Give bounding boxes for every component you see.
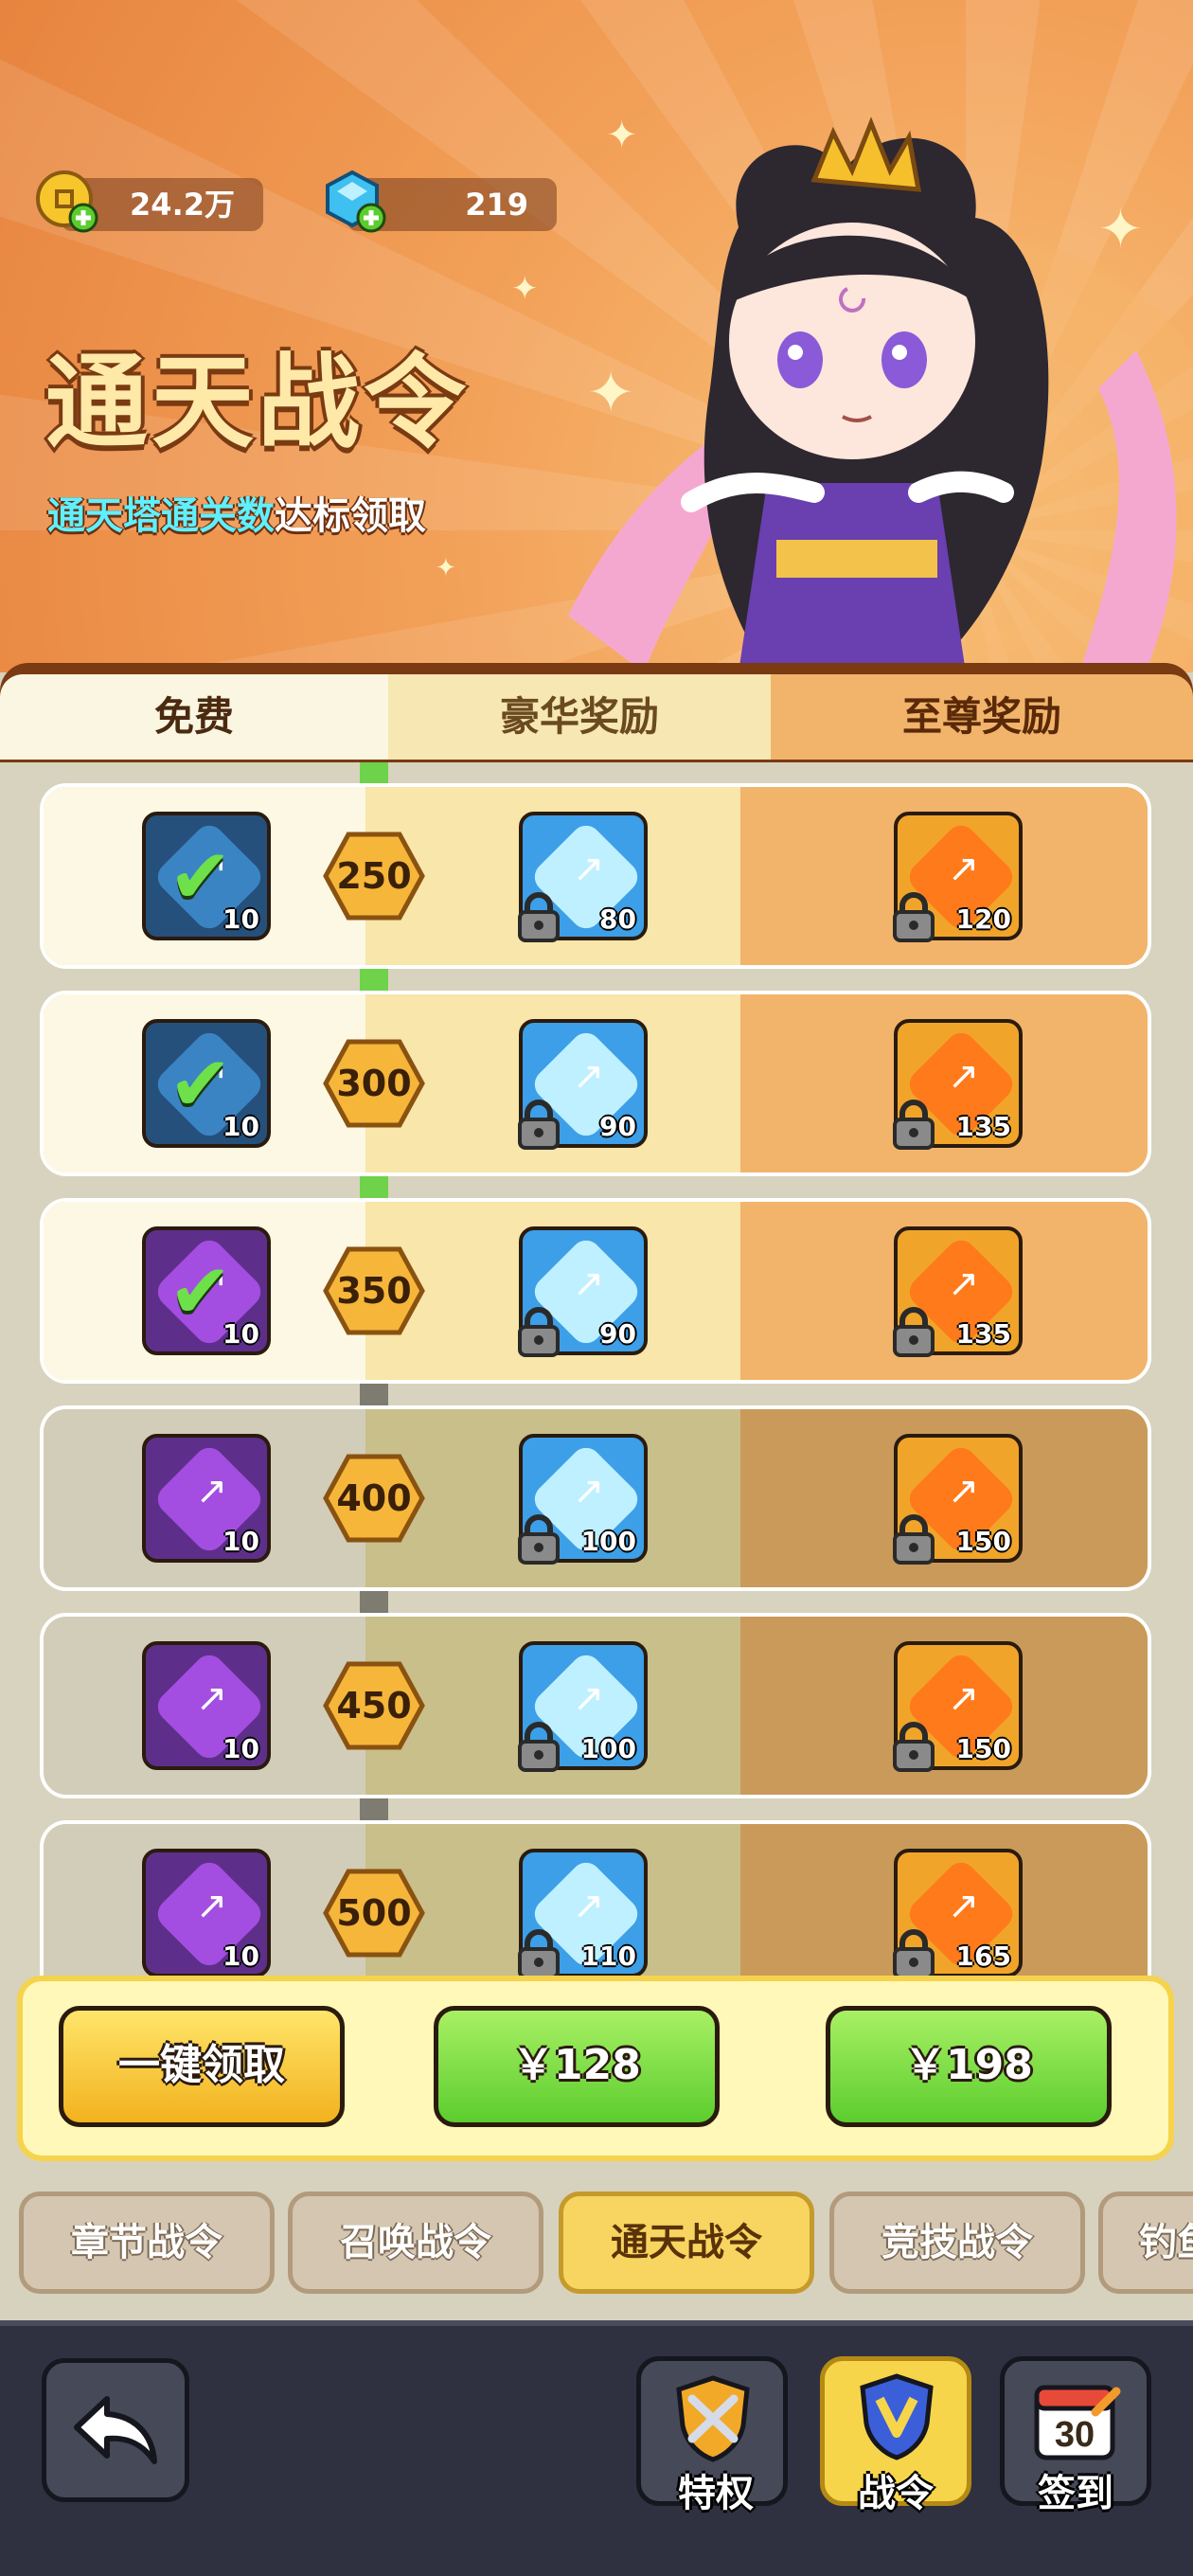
page-title: 通天战令 <box>45 344 471 462</box>
supreme-reward-item[interactable]: 150 <box>893 1434 1023 1565</box>
reward-quantity: 100 <box>580 1733 636 1764</box>
free-reward-item[interactable]: 10✔ <box>142 1019 271 1148</box>
v-shield-icon <box>860 2373 934 2460</box>
reward-quantity: 100 <box>580 1526 636 1557</box>
reward-quantity: 90 <box>599 1111 636 1142</box>
checkmark-icon: ✔ <box>169 832 233 921</box>
padlock-icon <box>893 892 935 942</box>
level-badge-label: 450 <box>336 1685 412 1726</box>
free-reward-item[interactable]: 10 <box>142 1434 271 1563</box>
luxury-reward-item[interactable]: 90 <box>518 1226 648 1357</box>
padlock-icon <box>518 1722 560 1772</box>
padlock-icon <box>893 1307 935 1357</box>
reward-quantity: 80 <box>599 903 636 935</box>
padlock-icon <box>893 1722 935 1772</box>
tab-luxury[interactable]: 豪华奖励 <box>388 674 771 760</box>
luxury-reward-item[interactable]: 100 <box>518 1641 648 1772</box>
luxury-reward-item[interactable]: 90 <box>518 1019 648 1150</box>
reward-quantity: 165 <box>955 1941 1011 1972</box>
checkmark-icon: ✔ <box>169 1247 233 1335</box>
padlock-icon <box>893 1514 935 1565</box>
supreme-reward-item[interactable]: 150 <box>893 1641 1023 1772</box>
subtitle-highlight: 通天塔通关数 <box>47 494 275 538</box>
claim-all-button[interactable]: 一键领取 <box>59 2006 345 2127</box>
padlock-icon <box>893 1100 935 1150</box>
padlock-icon <box>518 1307 560 1357</box>
free-reward-item[interactable]: 10✔ <box>142 812 271 940</box>
calendar-icon: 30 <box>1034 2385 1121 2460</box>
reward-quantity: 150 <box>955 1526 1011 1557</box>
character-illustration <box>568 116 1193 672</box>
buy-supreme-button[interactable]: ￥198 <box>826 2006 1112 2127</box>
reward-quantity: 150 <box>955 1733 1011 1764</box>
padlock-icon <box>893 1929 935 1979</box>
shield-swords-icon <box>676 2375 750 2462</box>
header-banner: ✦ ✦ ✦ ✦ ✦ 24.2万 219 通天战令 通天塔通关数达标领取 <box>0 0 1193 672</box>
gold-coin-plus-icon[interactable] <box>34 169 100 235</box>
sparkle-icon: ✦ <box>436 554 456 582</box>
luxury-reward-item[interactable]: 80 <box>518 812 648 942</box>
supreme-reward-item[interactable]: 120 <box>893 812 1023 942</box>
luxury-reward-item[interactable]: 110 <box>518 1849 648 1979</box>
reward-quantity: 135 <box>955 1111 1011 1142</box>
checkmark-icon: ✔ <box>169 1040 233 1128</box>
level-badge-label: 500 <box>336 1892 412 1934</box>
padlock-icon <box>518 1514 560 1565</box>
pass-tab-tower[interactable]: 通天战令 <box>559 2191 814 2294</box>
reward-quantity: 135 <box>955 1318 1011 1350</box>
calendar-number: 30 <box>1055 2415 1095 2455</box>
back-arrow-icon <box>74 2396 157 2464</box>
reward-quantity: 10 <box>223 1941 259 1972</box>
level-badge-label: 400 <box>336 1477 412 1519</box>
padlock-icon <box>518 1100 560 1150</box>
level-badge-label: 350 <box>336 1270 412 1312</box>
supreme-reward-item[interactable]: 135 <box>893 1019 1023 1150</box>
pass-tab-fishing[interactable]: 钓鱼 <box>1098 2191 1193 2294</box>
level-badge-label: 250 <box>336 855 412 897</box>
pass-tab-summon[interactable]: 召唤战令 <box>288 2191 543 2294</box>
free-reward-item[interactable]: 10✔ <box>142 1226 271 1355</box>
padlock-icon <box>518 1929 560 1979</box>
tab-supreme[interactable]: 至尊奖励 <box>771 674 1193 760</box>
level-badge-label: 300 <box>336 1063 412 1104</box>
padlock-icon <box>518 892 560 942</box>
nav-battle-pass-label: 战令 <box>858 2472 934 2515</box>
free-reward-item[interactable]: 10 <box>142 1849 271 1977</box>
pass-tab-chapter[interactable]: 章节战令 <box>19 2191 275 2294</box>
subtitle-rest: 达标领取 <box>275 494 426 538</box>
gem-value: 219 <box>465 187 528 223</box>
reward-quantity: 120 <box>955 903 1011 935</box>
reward-list[interactable]: 10✔8012025010✔9013530010✔901353501010015… <box>0 762 1193 1979</box>
reward-quantity: 10 <box>223 1733 259 1764</box>
tab-free[interactable]: 免费 <box>0 674 388 760</box>
reward-quantity: 10 <box>223 1526 259 1557</box>
back-button[interactable] <box>42 2358 189 2502</box>
page-subtitle: 通天塔通关数达标领取 <box>47 485 426 540</box>
reward-quantity: 110 <box>580 1941 636 1972</box>
gold-value: 24.2万 <box>130 187 235 223</box>
blue-gem-plus-icon[interactable] <box>322 169 388 235</box>
pass-tab-arena[interactable]: 竞技战令 <box>829 2191 1085 2294</box>
buy-luxury-button[interactable]: ￥128 <box>434 2006 720 2127</box>
supreme-reward-item[interactable]: 135 <box>893 1226 1023 1357</box>
nav-sign-in-label: 签到 <box>1038 2472 1113 2515</box>
nav-privilege-label: 特权 <box>678 2472 754 2515</box>
luxury-reward-item[interactable]: 100 <box>518 1434 648 1565</box>
supreme-reward-item[interactable]: 165 <box>893 1849 1023 1979</box>
free-reward-item[interactable]: 10 <box>142 1641 271 1770</box>
reward-quantity: 90 <box>599 1318 636 1350</box>
